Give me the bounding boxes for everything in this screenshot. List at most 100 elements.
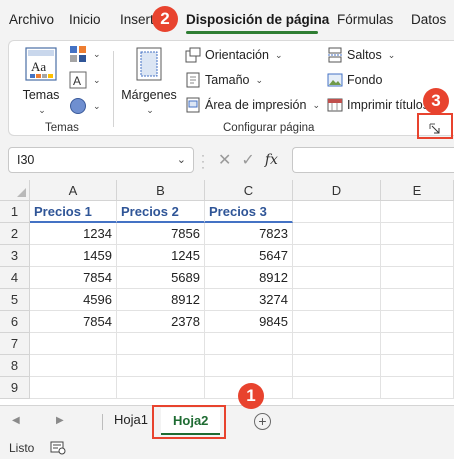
table-cell[interactable]: 2378 — [117, 311, 205, 333]
accessibility-icon[interactable] — [50, 441, 66, 455]
callout-step-2: 2 — [152, 6, 178, 32]
cell[interactable] — [381, 377, 454, 399]
effects-button[interactable]: ⌄ — [69, 97, 101, 115]
column-header-e[interactable]: E — [381, 180, 454, 201]
insert-function-icon[interactable]: fx — [265, 152, 278, 168]
select-all-button[interactable] — [0, 180, 30, 201]
cell[interactable] — [293, 311, 381, 333]
cell[interactable] — [293, 377, 381, 399]
table-cell[interactable]: 9845 — [205, 311, 293, 333]
row-header[interactable]: 3 — [0, 245, 30, 267]
table-cell[interactable]: 1234 — [30, 223, 117, 245]
cell[interactable] — [293, 355, 381, 377]
temas-button[interactable]: Aa Temas ⌄ — [19, 47, 63, 116]
formula-input[interactable] — [292, 147, 454, 173]
chevron-down-icon: ⌄ — [387, 49, 396, 60]
imprimir-titulos-label: Imprimir títulos — [347, 98, 429, 112]
group-label-configurar-pagina: Configurar página — [223, 122, 315, 134]
cell[interactable] — [30, 333, 117, 355]
row-header[interactable]: 9 — [0, 377, 30, 399]
row-header[interactable]: 2 — [0, 223, 30, 245]
fonts-button[interactable]: A ⌄ — [69, 71, 101, 89]
row-header[interactable]: 8 — [0, 355, 30, 377]
more-icon[interactable]: · · · — [201, 149, 205, 173]
cell[interactable] — [381, 267, 454, 289]
table-cell[interactable]: 5689 — [117, 267, 205, 289]
row-header[interactable]: 6 — [0, 311, 30, 333]
cell[interactable] — [117, 377, 205, 399]
callout-step-1: 1 — [238, 383, 264, 409]
tab-formulas[interactable]: Fórmulas — [337, 12, 393, 27]
table-header-cell[interactable]: Precios 1 — [30, 201, 117, 223]
area-impresion-button[interactable]: Área de impresión ⌄ — [185, 97, 320, 113]
saltos-button[interactable]: Saltos ⌄ — [327, 47, 395, 63]
table-cell[interactable]: 7854 — [30, 311, 117, 333]
tab-disposicion-de-pagina[interactable]: Disposición de página — [186, 12, 329, 27]
table-cell[interactable]: 1459 — [30, 245, 117, 267]
cell[interactable] — [381, 201, 454, 223]
orientacion-button[interactable]: Orientación ⌄ — [185, 47, 282, 63]
cell[interactable] — [293, 201, 381, 223]
sheet-tab-hoja1[interactable]: Hoja1 — [114, 412, 148, 427]
svg-text:Aa: Aa — [31, 59, 46, 74]
imprimir-titulos-button[interactable]: Imprimir títulos — [327, 97, 429, 113]
table-cell[interactable]: 8912 — [205, 267, 293, 289]
table-cell[interactable]: 4596 — [30, 289, 117, 311]
table-cell[interactable]: 5647 — [205, 245, 293, 267]
fondo-button[interactable]: Fondo — [327, 72, 382, 88]
column-header-b[interactable]: B — [117, 180, 205, 201]
cancel-icon[interactable]: ✕ — [218, 150, 231, 170]
cell[interactable] — [293, 223, 381, 245]
tab-insertar[interactable]: Insert — [120, 12, 154, 27]
table-header-cell[interactable]: Precios 3 — [205, 201, 293, 223]
cell[interactable] — [293, 333, 381, 355]
scroll-left-icon[interactable]: ◀ — [12, 415, 20, 426]
chevron-down-icon: ⌄ — [93, 48, 101, 59]
divider — [102, 414, 103, 430]
name-box[interactable]: I30 ⌄ — [8, 147, 194, 173]
colors-button[interactable]: ⌄ — [69, 45, 101, 63]
ribbon-tab-bar: Archivo Inicio Insert Disposición de pág… — [0, 0, 454, 38]
cell[interactable] — [205, 333, 293, 355]
table-header-cell[interactable]: Precios 2 — [117, 201, 205, 223]
tamano-button[interactable]: Tamaño ⌄ — [185, 72, 263, 88]
column-header-c[interactable]: C — [205, 180, 293, 201]
cell[interactable] — [293, 245, 381, 267]
table-cell[interactable]: 7854 — [30, 267, 117, 289]
add-sheet-icon[interactable]: + — [254, 413, 271, 430]
cell[interactable] — [293, 289, 381, 311]
table-cell[interactable]: 7856 — [117, 223, 205, 245]
enter-icon[interactable]: ✓ — [241, 150, 254, 170]
chevron-down-icon[interactable]: ⌄ — [177, 153, 186, 166]
cell[interactable] — [205, 355, 293, 377]
group-label-temas: Temas — [45, 122, 79, 134]
cell[interactable] — [293, 267, 381, 289]
table-cell[interactable]: 8912 — [117, 289, 205, 311]
tab-inicio[interactable]: Inicio — [69, 12, 101, 27]
cell[interactable] — [381, 355, 454, 377]
scroll-right-icon[interactable]: ▶ — [56, 415, 64, 426]
cell[interactable] — [381, 223, 454, 245]
row-header[interactable]: 5 — [0, 289, 30, 311]
column-header-d[interactable]: D — [293, 180, 381, 201]
cell[interactable] — [30, 377, 117, 399]
cell[interactable] — [381, 311, 454, 333]
cell[interactable] — [30, 355, 117, 377]
table-cell[interactable]: 3274 — [205, 289, 293, 311]
cell[interactable] — [381, 289, 454, 311]
cell[interactable] — [117, 333, 205, 355]
table-cell[interactable]: 1245 — [117, 245, 205, 267]
table-cell[interactable]: 7823 — [205, 223, 293, 245]
row-header[interactable]: 4 — [0, 267, 30, 289]
row-header[interactable]: 7 — [0, 333, 30, 355]
chevron-down-icon: ⌄ — [93, 74, 101, 85]
tab-datos[interactable]: Datos — [411, 12, 446, 27]
saltos-label: Saltos — [347, 48, 382, 62]
tab-archivo[interactable]: Archivo — [9, 12, 54, 27]
margenes-button[interactable]: Márgenes ⌄ — [121, 47, 177, 116]
column-header-a[interactable]: A — [30, 180, 117, 201]
cell[interactable] — [117, 355, 205, 377]
cell[interactable] — [381, 245, 454, 267]
row-header[interactable]: 1 — [0, 201, 30, 223]
cell[interactable] — [381, 333, 454, 355]
